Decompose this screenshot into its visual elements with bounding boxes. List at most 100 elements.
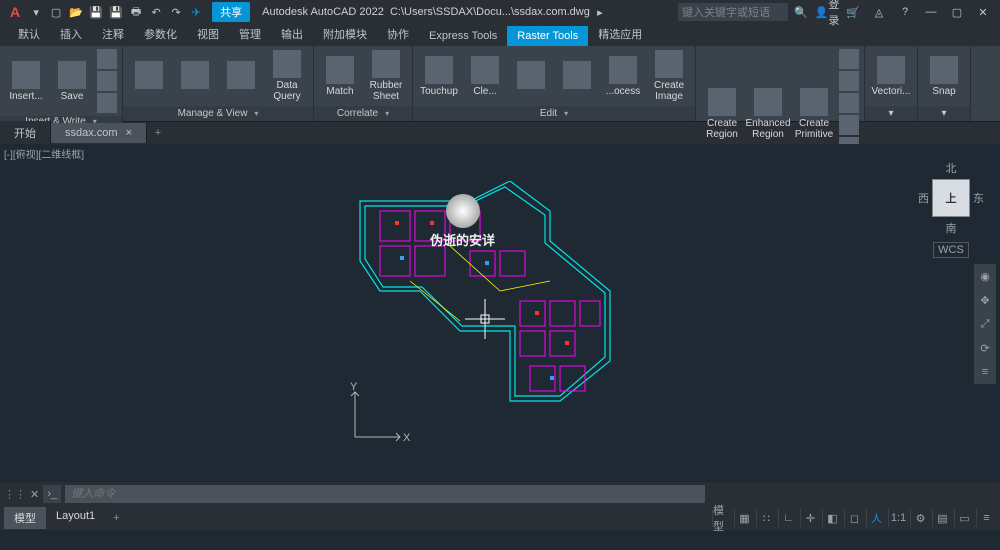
file-tab[interactable]: ssdax.com× [51,123,147,143]
ribbon-tab[interactable]: 精选应用 [588,22,652,46]
layout-tab[interactable]: 模型 [4,507,46,529]
ribbon-panel-label[interactable]: Manage & View [123,106,313,121]
share-button[interactable]: 共享 [212,2,250,22]
ribbon-panel-label[interactable]: ▾ [865,106,917,121]
ribbon-small-button[interactable] [839,115,859,135]
ribbon-button[interactable] [219,48,263,104]
viewcube-top[interactable]: 上 [933,180,969,216]
ribbon-button[interactable] [555,48,599,104]
ribbon-button[interactable]: Create Primitive [792,86,836,142]
ribbon-tab[interactable]: 视图 [187,22,229,46]
ribbon-panel-label[interactable]: ▾ [918,106,970,121]
polar-icon[interactable]: ✛ [800,509,820,527]
ribbon-button[interactable] [509,48,553,104]
ribbon-button[interactable]: Rubber Sheet [364,48,408,104]
ribbon-tab[interactable]: 默认 [8,22,50,46]
cmd-drag-handle[interactable]: ⋮⋮ [4,488,26,501]
isodraft-icon[interactable]: ◧ [822,509,842,527]
ribbon-button[interactable]: Enhanced Region [746,86,790,142]
maximize-icon[interactable]: ▢ [946,3,968,21]
search-icon[interactable]: 🔍 [790,3,812,21]
open-icon[interactable]: 📂 [67,3,85,21]
anno-icon[interactable]: 人 [866,509,886,527]
undo-icon[interactable]: ↶ [147,3,165,21]
telegram-icon[interactable]: ✈ [187,3,205,21]
cmd-close-icon[interactable]: ✕ [30,488,39,501]
nav-pan-icon[interactable]: ✥ [977,292,993,308]
nav-more-icon[interactable]: ≡ [977,364,993,380]
ribbon-button[interactable]: Create Region [700,86,744,142]
qat-menu-icon[interactable]: ▾ [27,3,45,21]
close-icon[interactable]: ✕ [972,3,994,21]
ribbon-panel-label[interactable]: Correlate [314,106,412,121]
file-tab-add-icon[interactable]: + [147,127,169,139]
viewport-label[interactable]: [-][俯视][二维线框] [4,146,84,161]
minimize-icon[interactable]: — [920,3,942,21]
snap-icon[interactable]: ∷ [756,509,776,527]
workspace-icon[interactable]: ▤ [932,509,952,527]
account-button[interactable]: 👤 登录 [816,3,838,21]
ribbon-small-button[interactable] [97,93,117,113]
ribbon-button[interactable]: Snap [922,48,966,104]
ribbon-tab[interactable]: 注释 [92,22,134,46]
nav-zoom-icon[interactable]: ⤢ [977,316,993,332]
cmd-history-icon[interactable]: ›_ [43,485,61,503]
save-icon[interactable]: 💾 [87,3,105,21]
viewcube-west[interactable]: 西 [918,190,929,206]
redo-icon[interactable]: ↷ [167,3,185,21]
osnap-icon[interactable]: ◻ [844,509,864,527]
ribbon-small-button[interactable] [97,49,117,69]
model-space-button[interactable]: 模型 [712,509,732,527]
ribbon-button[interactable]: Cle... [463,48,507,104]
viewcube-south[interactable]: 南 [918,220,984,236]
ribbon-small-button[interactable] [839,49,859,69]
grid-icon[interactable]: ▦ [734,509,754,527]
ribbon-tab[interactable]: 输出 [271,22,313,46]
ribbon-tab[interactable]: 附加模块 [313,22,377,46]
command-input[interactable] [65,485,705,503]
view-cube[interactable]: 北 西 上 东 南 WCS [918,160,984,258]
viewcube-north[interactable]: 北 [918,160,984,176]
autodesk-app-icon[interactable]: ◬ [868,3,890,21]
viewcube-east[interactable]: 东 [973,190,984,206]
app-logo[interactable]: A [4,4,26,20]
ribbon-panel-label[interactable]: Edit [413,106,695,121]
ribbon-button[interactable]: ...ocess [601,48,645,104]
wcs-label[interactable]: WCS [933,242,969,258]
ribbon-tab[interactable]: 协作 [377,22,419,46]
ribbon-small-button[interactable] [839,71,859,91]
clean-screen-icon[interactable]: ▭ [954,509,974,527]
ribbon-button[interactable]: Create Image [647,48,691,104]
scale-icon[interactable]: 1:1 [888,509,908,527]
layout-tab[interactable]: Layout1 [46,507,105,529]
ribbon-button[interactable]: Touchup [417,48,461,104]
ribbon-button[interactable]: Match [318,48,362,104]
nav-wheel-icon[interactable]: ◉ [977,268,993,284]
layout-add-icon[interactable]: + [107,512,125,524]
ribbon-tab[interactable]: 管理 [229,22,271,46]
help-search-input[interactable]: 键入关键字或短语 [678,3,788,21]
help-icon[interactable]: ? [894,3,916,21]
ribbon-button[interactable] [127,48,171,104]
gear-icon[interactable]: ⚙ [910,509,930,527]
saveas-icon[interactable]: 💾 [107,3,125,21]
ribbon-button[interactable]: Vectori... [869,48,913,104]
close-icon[interactable]: × [126,127,132,139]
plot-icon[interactable]: 🖶 [127,3,145,21]
ribbon-tab[interactable]: 插入 [50,22,92,46]
customize-icon[interactable]: ≡ [976,509,996,527]
app-store-icon[interactable]: 🛒 [842,3,864,21]
title-dropdown-icon[interactable]: ▸ [591,3,609,21]
file-tab[interactable]: 开始 [0,121,51,145]
ortho-icon[interactable]: ∟ [778,509,798,527]
ribbon-tab[interactable]: Express Tools [419,26,507,46]
ribbon-button[interactable]: Save [50,53,94,109]
ribbon-button[interactable]: Data Query [265,48,309,104]
ribbon-button[interactable]: Insert... [4,53,48,109]
new-icon[interactable]: ▢ [47,3,65,21]
ribbon-small-button[interactable] [839,93,859,113]
ribbon-tab[interactable]: 参数化 [134,22,187,46]
nav-orbit-icon[interactable]: ⟳ [977,340,993,356]
ribbon-small-button[interactable] [97,71,117,91]
ribbon-button[interactable] [173,48,217,104]
